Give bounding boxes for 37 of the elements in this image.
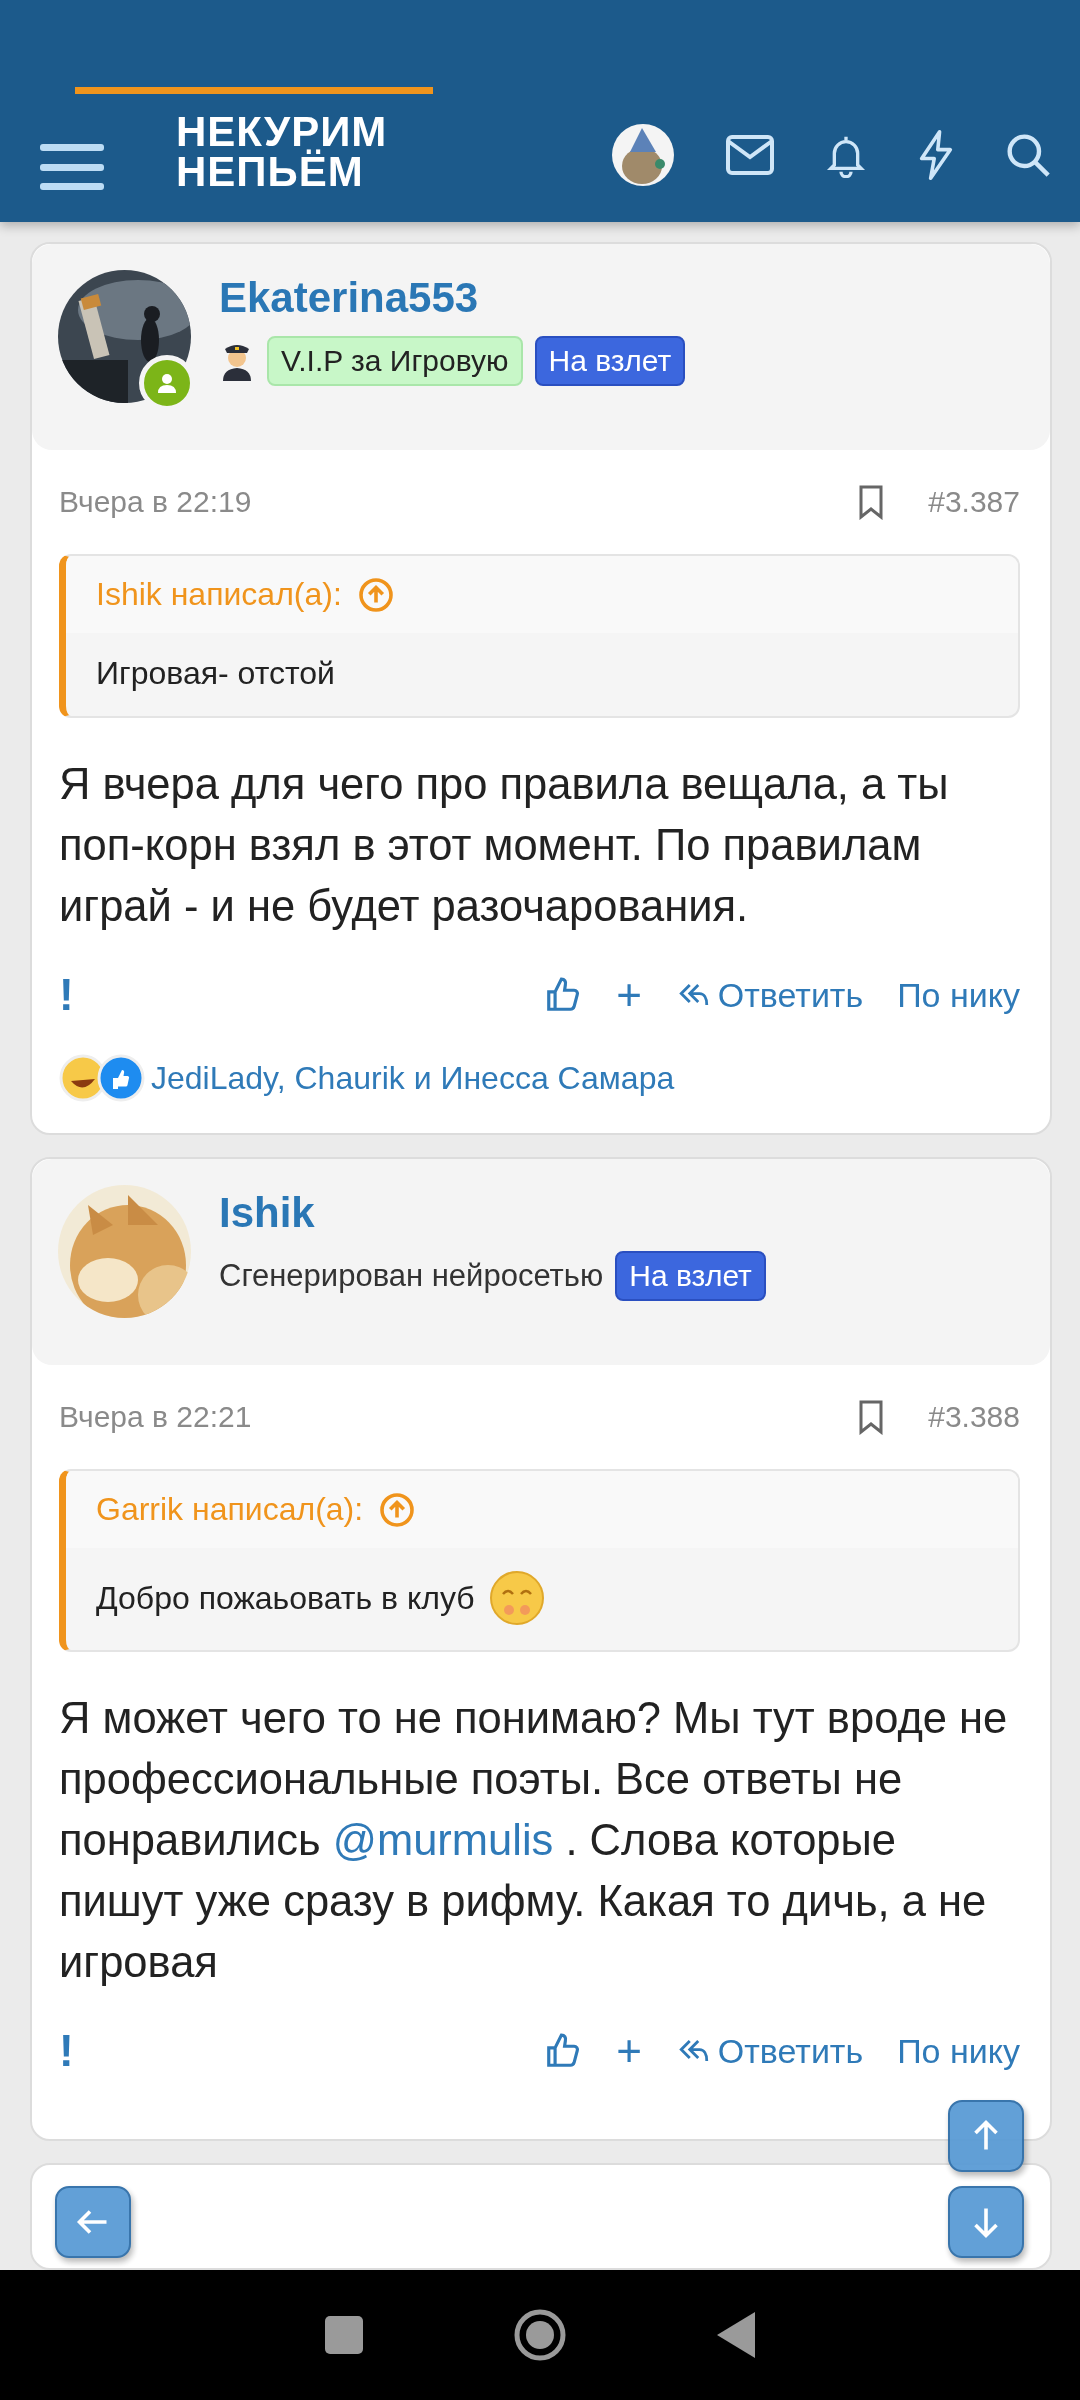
post-date: Вчера в 22:19	[59, 485, 253, 519]
post-number[interactable]: #3.387	[928, 485, 1020, 519]
reply-link[interactable]: Ответить	[675, 2031, 864, 2071]
reaction-icons[interactable]	[59, 1053, 145, 1103]
scroll-down-button[interactable]	[948, 2186, 1024, 2258]
post-text: Я может чего то не понимаю? Мы тут вроде не профессиональные поэты. Все ответы не понравились @murmulis . Слова которые пишут уже сразу в рифму. Какая то дичь, а не игровая	[58, 1693, 1009, 1988]
reply-link[interactable]: Ответить	[675, 975, 864, 1015]
quote-by-nick-link[interactable]: По нику	[897, 2031, 1020, 2071]
scroll-up-button[interactable]	[948, 2100, 1024, 2172]
reaction-users-link[interactable]: JediLady, Chaurik и Инесса Самара	[151, 1059, 675, 1097]
author-name[interactable]: Ekaterina553	[219, 274, 686, 322]
author-name[interactable]: Ishik	[219, 1189, 766, 1237]
post-text: Я вчера для чего про правила вещала, а ты поп-корн взял в этот момент. По правилам играй - и не будет разочарования.	[58, 759, 950, 932]
user-badge: V.I.P за Игровую	[267, 336, 523, 386]
quote-text: Игровая- отстой	[96, 655, 335, 692]
user-badge: На взлет	[534, 336, 686, 386]
bookmark-icon[interactable]	[858, 1399, 885, 1435]
lightning-icon[interactable]	[918, 130, 954, 180]
quote-by-nick-link[interactable]: По нику	[897, 975, 1020, 1015]
post-date: Вчера в 22:21	[59, 1400, 253, 1434]
post-number[interactable]: #3.388	[928, 1400, 1020, 1434]
bookmark-icon[interactable]	[858, 484, 885, 520]
plus-link[interactable]: +	[616, 970, 642, 1020]
mail-icon[interactable]	[726, 135, 774, 175]
plus-link[interactable]: +	[616, 2026, 642, 2076]
menu-icon[interactable]	[40, 142, 104, 192]
back-icon[interactable]	[717, 2312, 755, 2358]
mention-link[interactable]: @murmulis	[332, 1816, 554, 1864]
user-title: Сгенерирован нейросетью	[219, 1258, 604, 1294]
report-link[interactable]: !	[59, 2026, 511, 2076]
back-button[interactable]	[55, 2186, 131, 2258]
site-logo[interactable]: НЕКУРИМ НЕПЬЁМ	[176, 112, 388, 192]
quote-text: Добро пожаьовать в клуб	[96, 1579, 475, 1617]
home-icon[interactable]	[513, 2308, 567, 2362]
report-link[interactable]: !	[59, 970, 511, 1020]
user-badge: На взлет	[615, 1251, 766, 1301]
search-icon[interactable]	[1006, 133, 1050, 177]
